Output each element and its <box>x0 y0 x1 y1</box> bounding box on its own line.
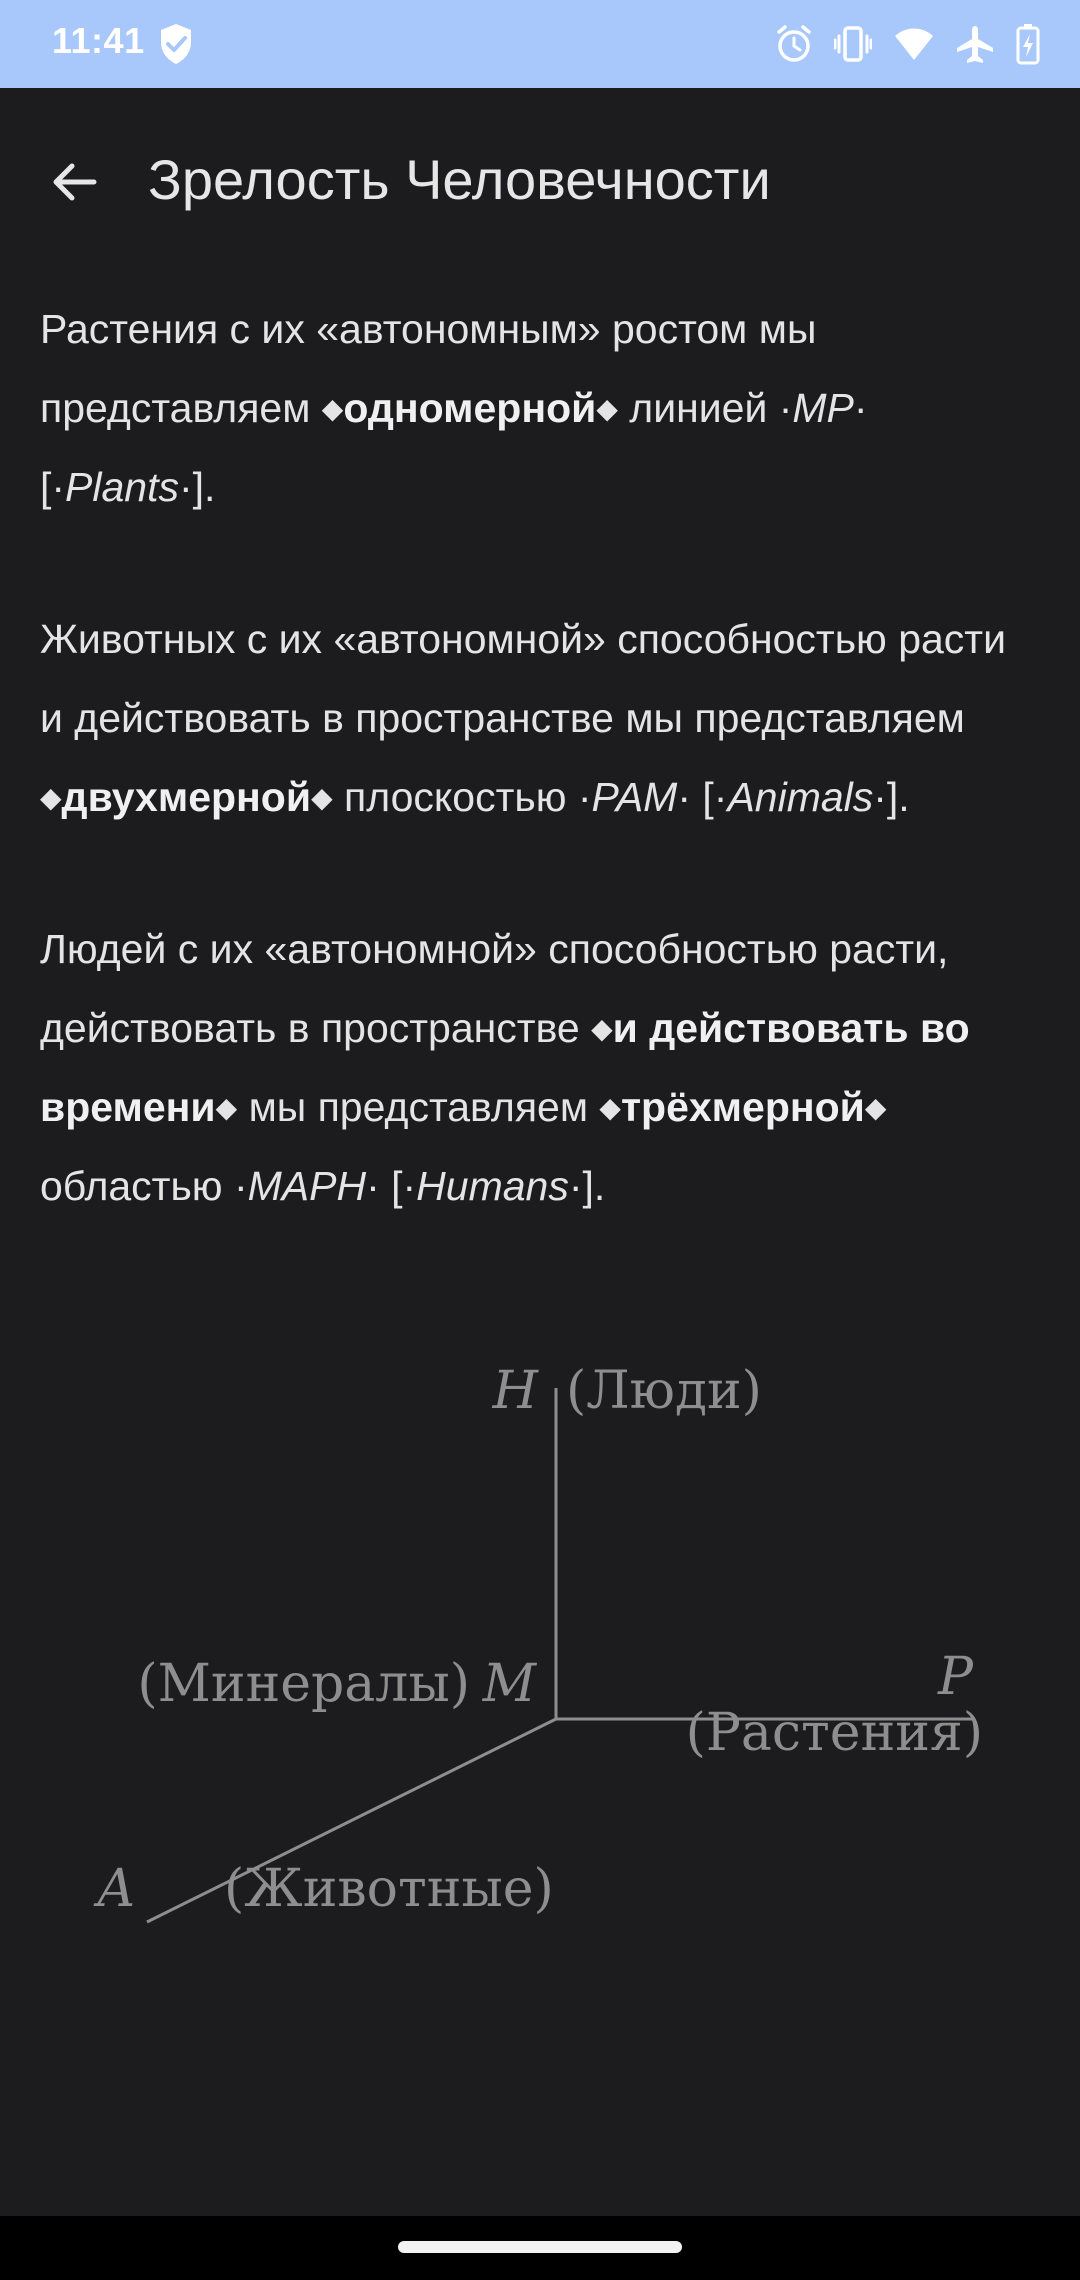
text: ·]. <box>873 774 910 820</box>
status-bar: 11:41 <box>0 0 1080 88</box>
text: · [· <box>366 1163 417 1209</box>
dimension-diagram: H (Люди) M (Минералы) P (Растения) A (Жи… <box>0 1340 1080 1980</box>
shield-check-icon <box>158 22 194 66</box>
axis-a-label: (Животные) <box>224 1859 554 1919</box>
wifi-icon <box>894 26 934 62</box>
diamond-marker: ◆ <box>864 1092 887 1123</box>
text: · [· <box>677 774 728 820</box>
page-title: Зрелость Человечности <box>148 148 771 211</box>
paragraph-animals: Животных с их «автономной» способностью … <box>40 600 1040 837</box>
diamond-marker: ◆ <box>40 782 62 813</box>
diamond-marker: ◆ <box>215 1092 238 1123</box>
status-icons <box>776 22 1040 66</box>
axis-p-label: (Растения) <box>686 1703 983 1763</box>
status-time: 11:41 <box>52 20 145 61</box>
bold-text: двухмерной <box>61 774 312 820</box>
airplane-icon <box>956 24 994 64</box>
text: ·]. <box>568 1163 606 1209</box>
back-button[interactable] <box>30 140 118 228</box>
axis-m-label: (Минералы) <box>137 1654 470 1714</box>
diagram-svg: H (Люди) M (Минералы) P (Растения) A (Жи… <box>93 1361 983 1924</box>
text: ·]. <box>179 464 216 510</box>
arrow-back-icon <box>50 158 98 211</box>
battery-charging-icon <box>1016 23 1040 65</box>
italic-text: MAPH <box>247 1163 367 1209</box>
paragraph-plants: Растения с их «автономным» ростом мы пре… <box>40 290 1040 527</box>
article-content: Растения с их «автономным» ростом мы пре… <box>40 290 1040 1226</box>
diamond-marker: ◆ <box>599 1092 621 1123</box>
text: областью · <box>40 1163 248 1209</box>
paragraph-humans: Людей с их «автономной» способностью рас… <box>40 910 1040 1226</box>
navigation-bar <box>0 2216 1080 2280</box>
italic-text: MP <box>792 385 854 431</box>
home-indicator[interactable] <box>398 2241 682 2253</box>
text: Животных с их «автономной» способностью … <box>40 616 1006 741</box>
diamond-marker: ◆ <box>311 782 333 813</box>
app-bar: Зрелость Человечности <box>0 88 1080 264</box>
italic-text: Animals <box>727 774 874 820</box>
text: плоскостью · <box>332 774 592 820</box>
axis-h-label: (Люди) <box>566 1361 762 1421</box>
diamond-marker: ◆ <box>321 393 344 424</box>
vibrate-icon <box>834 24 872 64</box>
italic-text: Plants <box>65 464 179 510</box>
alarm-icon <box>776 24 812 64</box>
italic-text: PAM <box>591 774 678 820</box>
axis-a-letter: A <box>93 1859 135 1919</box>
diamond-marker: ◆ <box>591 1013 613 1044</box>
bold-text: одномерной <box>343 385 597 431</box>
text: линией · <box>617 385 793 431</box>
axis-m-letter: M <box>482 1654 538 1714</box>
axis-p-letter: P <box>937 1647 974 1707</box>
diamond-marker: ◆ <box>596 393 618 424</box>
bold-text: трёхмерной <box>620 1084 865 1130</box>
italic-text: Humans <box>416 1163 569 1209</box>
axis-h-letter: H <box>492 1361 540 1421</box>
text: мы представляем <box>237 1084 600 1130</box>
